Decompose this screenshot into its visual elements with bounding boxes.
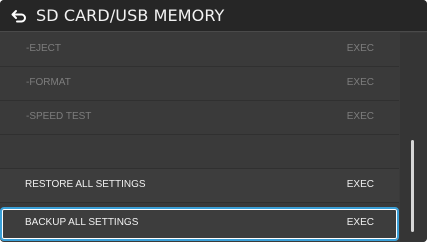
page-title: SD CARD/USB MEMORY (36, 6, 225, 25)
menu-item-label: -EJECT (26, 43, 61, 54)
menu-item-backup-all-settings[interactable]: BACKUP ALL SETTINGS EXEC (0, 207, 399, 241)
menu-item-restore-all-settings[interactable]: RESTORE ALL SETTINGS EXEC (0, 169, 399, 203)
menu-item-label: -SPEED TEST (26, 111, 92, 122)
exec-button[interactable]: EXEC (347, 43, 374, 55)
menu-item-speed-test[interactable]: -SPEED TEST EXEC (0, 101, 399, 135)
menu-screen: SD CARD/USB MEMORY -EJECT EXEC -FORMAT E… (0, 0, 427, 242)
scrollbar-thumb[interactable] (411, 140, 414, 232)
menu-item-label: -FORMAT (26, 77, 71, 88)
back-arrow-icon[interactable] (11, 8, 27, 24)
menu-item-eject[interactable]: -EJECT EXEC (0, 33, 399, 67)
exec-button[interactable]: EXEC (347, 179, 374, 191)
menu-item-format[interactable]: -FORMAT EXEC (0, 67, 399, 101)
exec-button[interactable]: EXEC (347, 217, 374, 229)
title-bar: SD CARD/USB MEMORY (0, 0, 427, 32)
exec-button[interactable]: EXEC (347, 111, 374, 123)
menu-list: -EJECT EXEC -FORMAT EXEC -SPEED TEST EXE… (0, 33, 399, 242)
exec-button[interactable]: EXEC (347, 77, 374, 89)
menu-spacer (0, 135, 399, 169)
menu-item-label: RESTORE ALL SETTINGS (25, 179, 146, 190)
menu-item-label: BACKUP ALL SETTINGS (25, 217, 139, 228)
